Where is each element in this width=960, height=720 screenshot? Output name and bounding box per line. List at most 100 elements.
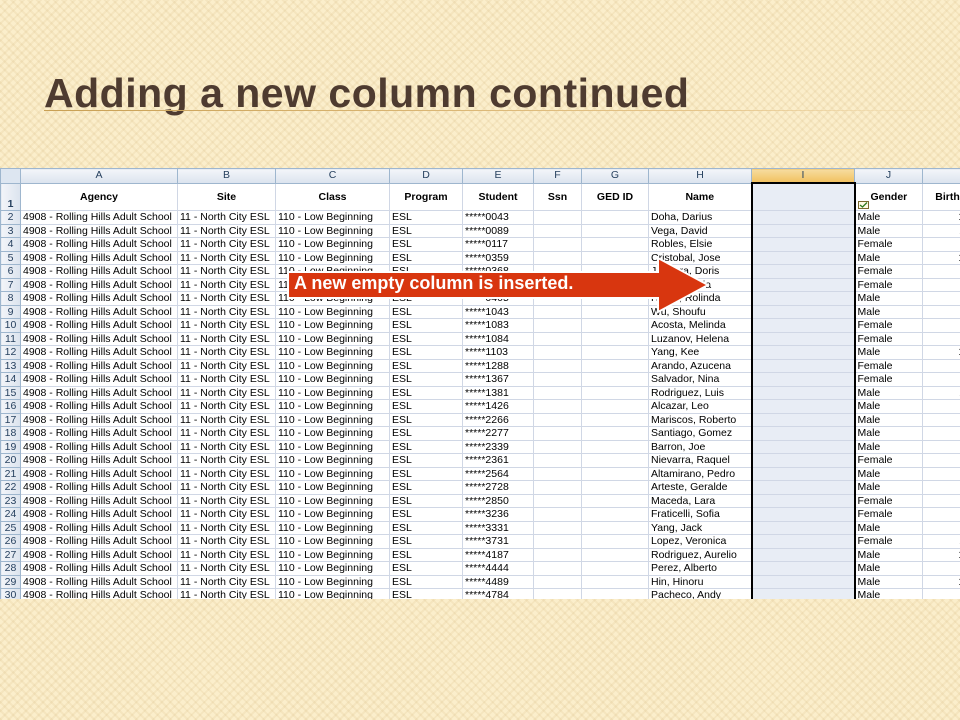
- row-number[interactable]: 13: [0, 358, 21, 373]
- row-number[interactable]: 2: [0, 210, 21, 225]
- table-cell[interactable]: 110 - Low Beginning: [275, 345, 390, 360]
- table-cell[interactable]: ESL: [389, 223, 463, 238]
- table-cell[interactable]: [533, 412, 582, 427]
- table-cell[interactable]: Male: [853, 480, 923, 495]
- row-number[interactable]: 17: [0, 412, 21, 427]
- table-cell[interactable]: [581, 588, 649, 599]
- table-cell[interactable]: Male: [853, 412, 923, 427]
- table-cell[interactable]: 11 - North City ESL: [177, 223, 276, 238]
- table-cell[interactable]: [922, 520, 960, 535]
- header-cell[interactable]: Ssn: [533, 182, 582, 211]
- table-cell[interactable]: *****1084: [462, 331, 534, 346]
- row-number[interactable]: 19: [0, 439, 21, 454]
- row-number[interactable]: 10: [0, 318, 21, 333]
- table-cell[interactable]: 12: [922, 574, 960, 589]
- table-cell[interactable]: [922, 358, 960, 373]
- table-cell[interactable]: [533, 385, 582, 400]
- table-cell[interactable]: Male: [853, 223, 923, 238]
- table-cell[interactable]: 8: [922, 291, 960, 306]
- table-cell[interactable]: [533, 561, 582, 576]
- table-cell[interactable]: [581, 493, 649, 508]
- row-number[interactable]: 30: [0, 588, 21, 599]
- table-cell[interactable]: [581, 345, 649, 360]
- table-cell[interactable]: 110 - Low Beginning: [275, 507, 390, 522]
- table-cell[interactable]: 6: [922, 399, 960, 414]
- table-cell[interactable]: Female: [853, 331, 923, 346]
- row-number[interactable]: 21: [0, 466, 21, 481]
- table-cell[interactable]: 7: [922, 264, 960, 279]
- table-cell[interactable]: 4908 - Rolling Hills Adult School: [20, 534, 178, 549]
- row-number[interactable]: 28: [0, 561, 21, 576]
- table-cell[interactable]: [533, 331, 582, 346]
- new-empty-cell[interactable]: [750, 345, 856, 360]
- table-cell[interactable]: [533, 480, 582, 495]
- table-cell[interactable]: [533, 426, 582, 441]
- new-empty-cell[interactable]: [750, 453, 856, 468]
- table-cell[interactable]: 4908 - Rolling Hills Adult School: [20, 480, 178, 495]
- table-cell[interactable]: 4908 - Rolling Hills Adult School: [20, 385, 178, 400]
- table-cell[interactable]: Arteste, Geralde: [648, 480, 752, 495]
- header-cell[interactable]: Student: [462, 182, 534, 211]
- table-cell[interactable]: 4908 - Rolling Hills Adult School: [20, 453, 178, 468]
- table-cell[interactable]: 4908 - Rolling Hills Adult School: [20, 223, 178, 238]
- column-letter-c[interactable]: C: [275, 168, 390, 184]
- table-cell[interactable]: ESL: [389, 358, 463, 373]
- table-cell[interactable]: Perez, Alberto: [648, 561, 752, 576]
- table-cell[interactable]: 4908 - Rolling Hills Adult School: [20, 493, 178, 508]
- table-cell[interactable]: 4908 - Rolling Hills Adult School: [20, 277, 178, 292]
- table-cell[interactable]: *****4444: [462, 561, 534, 576]
- table-cell[interactable]: [581, 453, 649, 468]
- table-cell[interactable]: 110 - Low Beginning: [275, 399, 390, 414]
- new-empty-cell[interactable]: [750, 372, 856, 387]
- row-number[interactable]: 27: [0, 547, 21, 562]
- table-cell[interactable]: 110 - Low Beginning: [275, 318, 390, 333]
- table-cell[interactable]: 11 - North City ESL: [177, 358, 276, 373]
- table-cell[interactable]: [581, 210, 649, 225]
- table-cell[interactable]: 11 - North City ESL: [177, 507, 276, 522]
- table-cell[interactable]: [533, 466, 582, 481]
- table-cell[interactable]: 4908 - Rolling Hills Adult School: [20, 210, 178, 225]
- table-cell[interactable]: 11: [922, 534, 960, 549]
- row-number[interactable]: 3: [0, 223, 21, 238]
- table-cell[interactable]: 4908 - Rolling Hills Adult School: [20, 372, 178, 387]
- table-cell[interactable]: 4908 - Rolling Hills Adult School: [20, 507, 178, 522]
- table-cell[interactable]: ESL: [389, 439, 463, 454]
- table-cell[interactable]: [581, 466, 649, 481]
- table-cell[interactable]: Luzanov, Helena: [648, 331, 752, 346]
- table-cell[interactable]: 11 - North City ESL: [177, 264, 276, 279]
- table-cell[interactable]: *****2277: [462, 426, 534, 441]
- table-cell[interactable]: Female: [853, 453, 923, 468]
- new-empty-cell[interactable]: [750, 250, 856, 265]
- table-cell[interactable]: 6: [922, 561, 960, 576]
- table-cell[interactable]: ESL: [389, 372, 463, 387]
- header-cell[interactable]: GED ID: [581, 182, 649, 211]
- row-number[interactable]: 18: [0, 426, 21, 441]
- table-cell[interactable]: 11 - North City ESL: [177, 439, 276, 454]
- table-cell[interactable]: Male: [853, 547, 923, 562]
- table-cell[interactable]: ESL: [389, 210, 463, 225]
- table-cell[interactable]: 110 - Low Beginning: [275, 588, 390, 599]
- table-cell[interactable]: [533, 507, 582, 522]
- table-cell[interactable]: 110 - Low Beginning: [275, 426, 390, 441]
- table-cell[interactable]: [533, 223, 582, 238]
- table-cell[interactable]: ESL: [389, 453, 463, 468]
- table-cell[interactable]: [581, 358, 649, 373]
- table-cell[interactable]: 110 - Low Beginning: [275, 439, 390, 454]
- table-cell[interactable]: 110 - Low Beginning: [275, 574, 390, 589]
- table-cell[interactable]: [533, 210, 582, 225]
- row-number[interactable]: 26: [0, 534, 21, 549]
- column-letter-e[interactable]: E: [462, 168, 534, 184]
- table-cell[interactable]: Male: [853, 385, 923, 400]
- table-cell[interactable]: *****4489: [462, 574, 534, 589]
- table-cell[interactable]: 11 - North City ESL: [177, 331, 276, 346]
- table-cell[interactable]: 12: [922, 210, 960, 225]
- row-number[interactable]: 23: [0, 493, 21, 508]
- table-cell[interactable]: [533, 520, 582, 535]
- row-number[interactable]: 1: [0, 182, 21, 211]
- table-cell[interactable]: Rodriguez, Aurelio: [648, 547, 752, 562]
- table-cell[interactable]: [581, 574, 649, 589]
- table-cell[interactable]: *****3236: [462, 507, 534, 522]
- new-empty-cell[interactable]: [750, 426, 856, 441]
- row-number[interactable]: 7: [0, 277, 21, 292]
- table-cell[interactable]: [533, 574, 582, 589]
